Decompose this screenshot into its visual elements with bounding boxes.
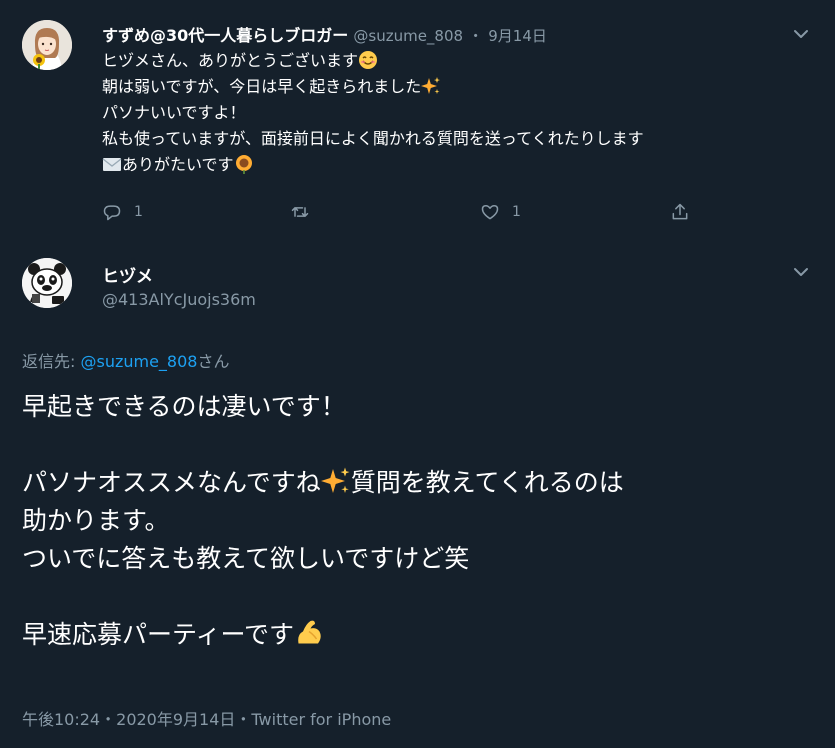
tweet-line-text: 質問を教えてくれるのは	[350, 468, 624, 497]
tweet-line: 早起きできるのは凄いです！	[22, 392, 346, 421]
share-icon	[672, 203, 688, 220]
tweet-line: 朝は弱いですが、今日は早く起きられました	[102, 74, 822, 100]
display-name[interactable]: ヒヅメ	[102, 262, 153, 287]
separator: ・	[235, 710, 252, 729]
tweet-thread-page: すずめ@30代一人暮らしブロガー @suzume_808 ・ 9月14日 ヒヅメ…	[0, 0, 835, 748]
smiling-face-emoji	[358, 50, 378, 70]
reply-tweet-body: ヒヅメさん、ありがとうございます 朝は弱いですが、今日は早く起きられました パソ…	[102, 48, 822, 178]
flexed-biceps-emoji	[294, 618, 324, 648]
tweet-line-text: ありがたいです	[122, 155, 234, 174]
display-name[interactable]: すずめ@30代一人暮らしブロガー	[102, 26, 348, 45]
like-count: 1	[512, 204, 521, 220]
sparkles-emoji	[320, 466, 351, 496]
tweet-line: ついでに答えも教えて欲しいですけど笑	[22, 544, 470, 573]
main-tweet-body: 早起きできるのは凄いです！ パソナオススメなんですね 質問を教えてくれるのは 助か…	[22, 388, 822, 654]
tweet-meta: 午後10:24・2020年9月14日・Twitter for iPhone	[22, 706, 391, 730]
reply-mention-link[interactable]: @suzume_808	[80, 352, 197, 371]
tweet-line-text: 私も使っていますが、面接前日によく聞かれる質問を送ってくれたりします	[102, 129, 644, 148]
tweet-line-text: パソナいいですよ！	[102, 103, 246, 122]
tweet-line: 早速応募パーティーです	[22, 616, 822, 654]
panda-avatar[interactable]	[22, 258, 72, 308]
reply-tweet-header: すずめ@30代一人暮らしブロガー @suzume_808 ・ 9月14日	[102, 22, 547, 46]
reply-prefix: 返信先:	[22, 352, 81, 371]
tweet-line: ヒヅメさん、ありがとうございます	[102, 48, 822, 74]
retweet-icon	[291, 207, 309, 217]
separator: ・	[100, 710, 117, 729]
tweet-line: パソナいいですよ！	[102, 100, 822, 126]
reply-tweet[interactable]: すずめ@30代一人暮らしブロガー @suzume_808 ・ 9月14日 ヒヅメ…	[0, 0, 835, 240]
tweet-line-text: 早速応募パーティーです	[22, 620, 295, 649]
reply-tweet-actions: 1 1	[102, 200, 702, 226]
user-handle[interactable]: @suzume_808	[353, 27, 463, 45]
sparkles-emoji	[421, 76, 441, 96]
heart-icon	[481, 205, 499, 220]
retweet-button[interactable]	[290, 200, 322, 224]
tweet-line-text: ヒヅメさん、ありがとうございます	[102, 51, 359, 70]
user-handle[interactable]: @413AlYcJuojs36m	[102, 290, 256, 309]
tweet-date[interactable]: 2020年9月14日	[116, 710, 235, 729]
tweet-line-text: パソナオススメなんですね	[22, 468, 321, 497]
share-button[interactable]	[670, 200, 702, 224]
tweet-line: パソナオススメなんですね 質問を教えてくれるのは	[22, 464, 822, 502]
reply-suffix: さん	[197, 352, 230, 371]
replying-to: 返信先: @suzume_808さん	[22, 348, 229, 372]
tweet-line: ありがたいです	[102, 152, 822, 178]
tweet-time[interactable]: 午後10:24	[22, 710, 100, 729]
tweet-source[interactable]: Twitter for iPhone	[251, 710, 391, 729]
separator: ・	[468, 27, 484, 45]
chevron-down-icon[interactable]	[791, 24, 811, 44]
tweet-line-text: 朝は弱いですが、今日は早く起きられました	[102, 77, 422, 96]
woman-with-sunflower-avatar[interactable]	[22, 20, 72, 70]
sunflower-emoji	[234, 154, 254, 174]
tweet-date[interactable]: 9月14日	[488, 27, 547, 45]
tweet-line: 助かります。	[22, 506, 170, 535]
tweet-line: 私も使っていますが、面接前日によく聞かれる質問を送ってくれたりします	[102, 126, 822, 152]
envelope-emoji	[102, 154, 122, 174]
like-button[interactable]: 1	[480, 200, 521, 224]
reply-count: 1	[134, 204, 143, 220]
reply-icon	[103, 205, 121, 221]
chevron-down-icon[interactable]	[791, 262, 811, 282]
reply-button[interactable]: 1	[102, 200, 143, 224]
